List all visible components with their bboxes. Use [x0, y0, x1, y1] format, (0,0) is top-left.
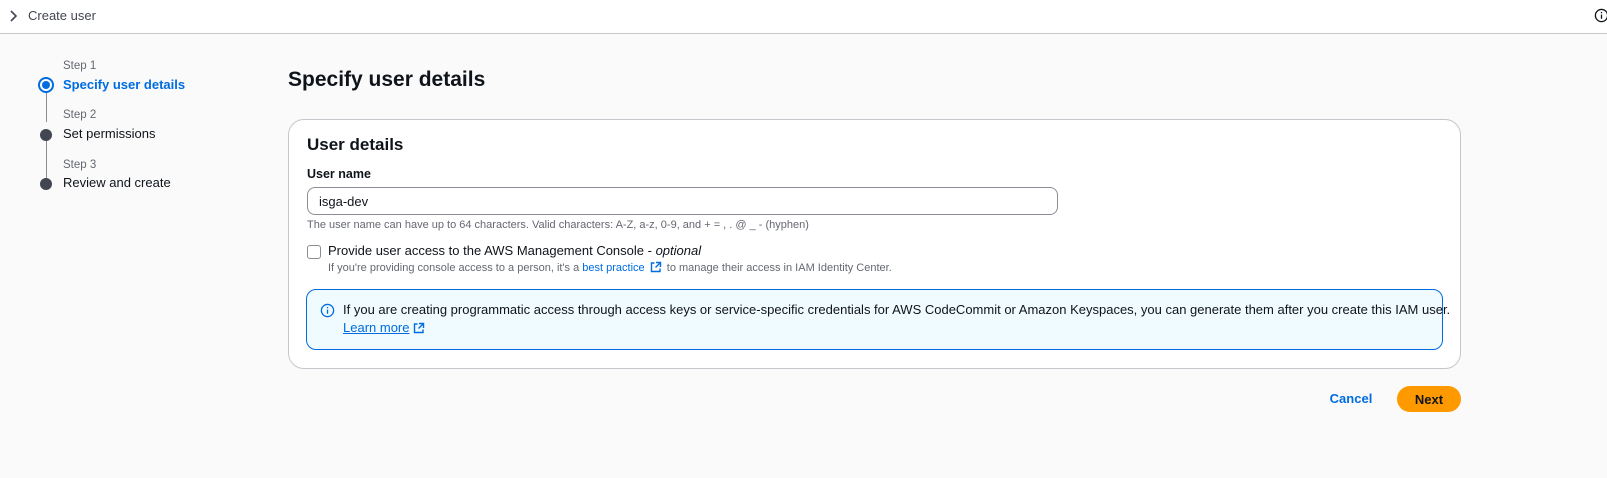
breadcrumb-create-user: Create user [28, 8, 96, 23]
console-access-description: If you're providing console access to a … [328, 261, 892, 274]
learn-more-link[interactable]: Learn more [343, 320, 427, 335]
chevron-right-icon[interactable] [9, 9, 19, 23]
top-bar: Create user [0, 0, 1607, 34]
next-button[interactable]: Next [1397, 386, 1461, 412]
step-title: Set permissions [63, 126, 156, 141]
info-alert: If you are creating programmatic access … [306, 289, 1450, 350]
alert-message: If you are creating programmatic access … [343, 302, 1451, 317]
console-access-checkbox[interactable] [307, 245, 321, 259]
page-title: Specify user details [288, 68, 486, 91]
panel-header: User details [307, 135, 404, 154]
step-indicator [40, 129, 52, 141]
cancel-button[interactable]: Cancel [1327, 389, 1375, 409]
info-icon[interactable] [1594, 8, 1607, 23]
username-hint: The user name can have up to 64 characte… [307, 219, 809, 231]
step-title[interactable]: Specify user details [63, 77, 185, 92]
step-number: Step 2 [63, 109, 97, 121]
step-number: Step 3 [63, 159, 97, 171]
console-access-label[interactable]: Provide user access to the AWS Managemen… [328, 243, 701, 258]
step-indicator [40, 178, 52, 190]
external-link-icon [650, 261, 661, 273]
learn-more-text: Learn more [343, 320, 410, 335]
step-connector [46, 139, 47, 179]
optional-text: optional [655, 243, 702, 258]
step-title: Review and create [63, 175, 171, 190]
best-practice-link[interactable]: best practice [582, 262, 644, 274]
user-details-panel: User details User name The user name can… [288, 119, 1461, 369]
console-access-label-text: Provide user access to the AWS Managemen… [328, 243, 656, 258]
desc-text: If you're providing console access to a … [328, 262, 583, 274]
step-active-indicator [38, 77, 54, 93]
desc-text-after: to manage their access in IAM Identity C… [663, 262, 892, 274]
info-icon [320, 303, 335, 318]
username-label: User name [307, 167, 371, 181]
external-link-icon [414, 322, 425, 334]
username-input[interactable] [307, 187, 1058, 215]
step-number: Step 1 [63, 60, 97, 72]
